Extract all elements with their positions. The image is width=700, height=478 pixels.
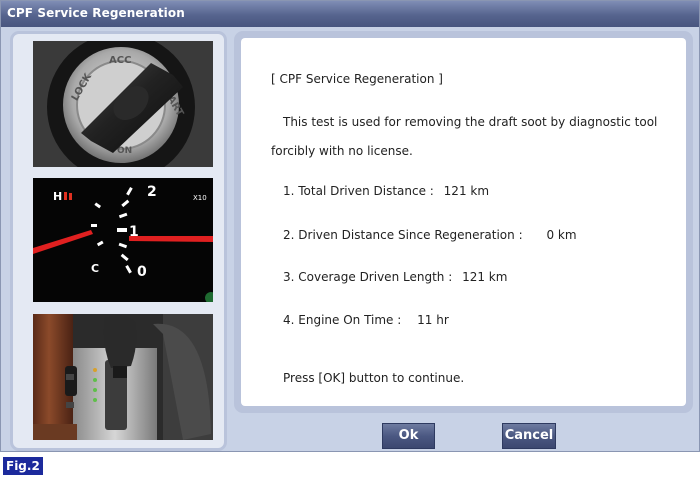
- info-label: 3. Coverage Driven Length :: [283, 270, 453, 284]
- ok-button[interactable]: Ok: [382, 423, 435, 449]
- info-item-distance-since-regen: 2. Driven Distance Since Regeneration : …: [283, 228, 577, 242]
- info-value: 121 km: [462, 270, 508, 284]
- ignition-key-image: LOCK ACC START ON: [33, 41, 213, 167]
- info-label: 4. Engine On Time :: [283, 313, 402, 327]
- gauge-label-0: 0: [137, 264, 147, 280]
- continue-prompt: Press [OK] button to continue.: [283, 371, 465, 385]
- gauge-label-2: 2: [147, 184, 157, 200]
- message-content: [ CPF Service Regeneration ] This test i…: [241, 38, 686, 406]
- info-label: 2. Driven Distance Since Regeneration :: [283, 228, 523, 242]
- image-panel: LOCK ACC START ON H C 2 1 0 X10: [10, 31, 227, 451]
- gauge-label-c: C: [91, 262, 99, 275]
- dialog-window: CPF Service Regeneration LOCK ACC START …: [0, 0, 700, 452]
- info-item-coverage-length: 3. Coverage Driven Length : 121 km: [283, 270, 507, 284]
- figure-label: Fig.2: [3, 457, 43, 475]
- info-item-total-distance: 1. Total Driven Distance : 121 km: [283, 184, 489, 198]
- gauge-label-x10: X10: [193, 194, 207, 202]
- info-value: 11 hr: [417, 313, 449, 327]
- ignition-label-on: ON: [117, 146, 132, 156]
- message-panel: [ CPF Service Regeneration ] This test i…: [234, 31, 693, 413]
- ignition-label-acc: ACC: [109, 55, 131, 66]
- info-label: 1. Total Driven Distance :: [283, 184, 434, 198]
- window-title: CPF Service Regeneration: [7, 6, 185, 20]
- title-bar: CPF Service Regeneration: [1, 1, 699, 27]
- info-value: 0 km: [546, 228, 577, 242]
- info-value: 121 km: [443, 184, 490, 198]
- info-item-engine-on-time: 4. Engine On Time : 11 hr: [283, 313, 449, 327]
- temperature-gauge-image: H C 2 1 0 X10: [33, 178, 213, 302]
- description-line-2: forcibly with no license.: [271, 144, 413, 158]
- gauge-label-h: H: [53, 190, 62, 203]
- cancel-button[interactable]: Cancel: [502, 423, 556, 449]
- description-line-1: This test is used for removing the draft…: [283, 115, 658, 129]
- message-heading: [ CPF Service Regeneration ]: [271, 72, 443, 86]
- gear-shift-image: [33, 314, 213, 440]
